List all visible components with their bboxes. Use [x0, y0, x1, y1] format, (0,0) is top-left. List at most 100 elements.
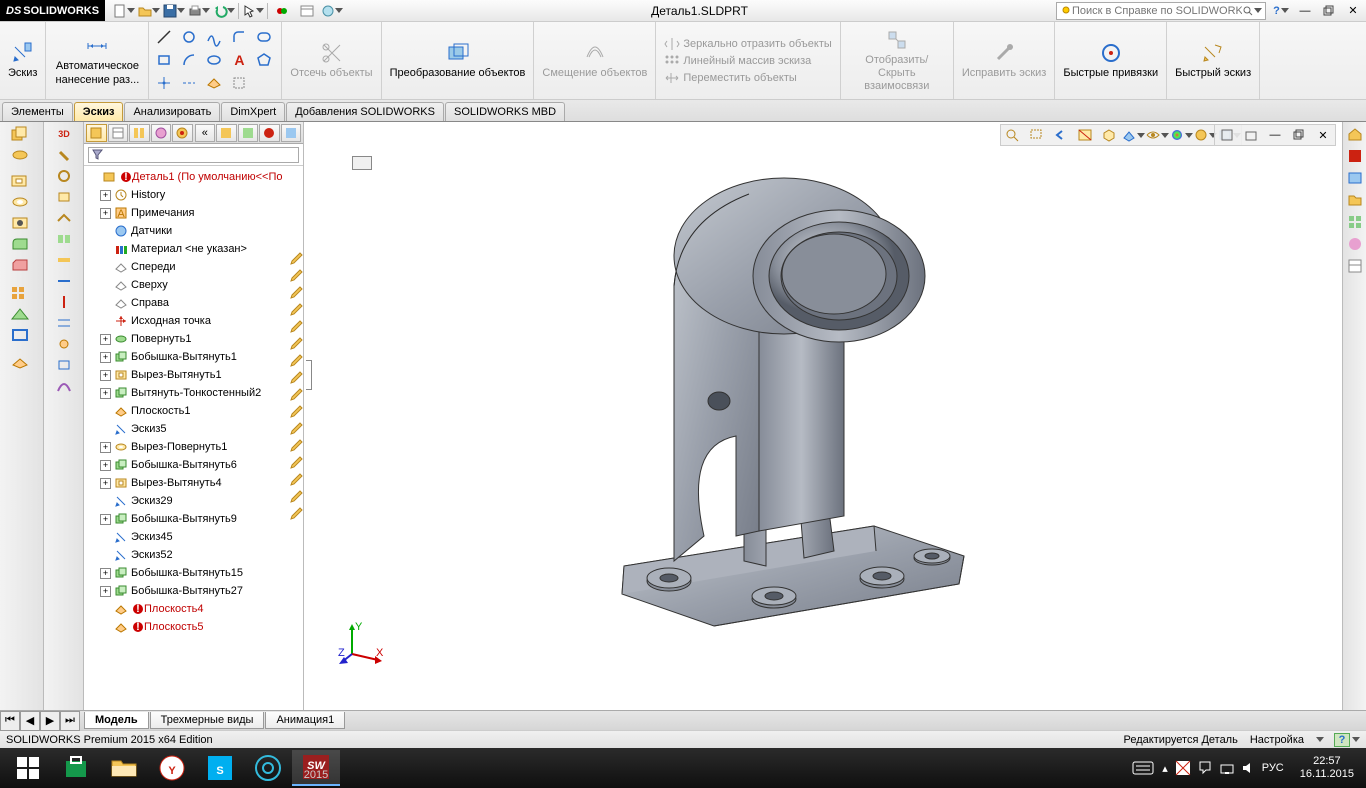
store-icon[interactable] [52, 750, 100, 786]
undo-button[interactable] [213, 2, 235, 20]
help-button[interactable]: ? [1270, 2, 1292, 20]
network-icon[interactable] [1220, 761, 1234, 775]
sketch-button[interactable]: Эскиз [4, 39, 41, 82]
tab-dimxpert[interactable]: DimXpert [221, 102, 285, 121]
rel-icon-1[interactable] [288, 265, 306, 282]
flag-icon[interactable] [1176, 761, 1190, 775]
tp-view-palette-icon[interactable] [1345, 212, 1365, 232]
select-button[interactable] [242, 2, 264, 20]
mdi-1[interactable] [1216, 125, 1238, 145]
shell-icon[interactable] [2, 325, 38, 345]
move-button[interactable]: Переместить объекты [664, 71, 796, 85]
rectangle-tool[interactable] [153, 50, 175, 70]
fm-tab-display[interactable] [172, 124, 193, 142]
tree-node-24[interactable]: !Плоскость4 [84, 600, 303, 618]
pattern-button[interactable]: Линейный массив эскиза [664, 54, 811, 68]
btab-first[interactable]: ⏮ [0, 711, 20, 731]
construction-tool[interactable] [228, 73, 250, 93]
start-button[interactable] [4, 750, 52, 786]
keyboard-icon[interactable] [1132, 761, 1154, 775]
status-custom[interactable]: Настройка [1250, 734, 1304, 746]
mdi-2[interactable] [1240, 125, 1262, 145]
tree-node-5[interactable]: Спереди [84, 258, 303, 276]
fillet-tool[interactable] [228, 27, 250, 47]
config-box[interactable] [352, 156, 372, 170]
save-button[interactable] [163, 2, 185, 20]
repair-sketch-button[interactable]: Исправить эскиз [958, 39, 1051, 82]
close-button[interactable]: ✕ [1342, 2, 1364, 20]
tree-node-23[interactable]: +Бобышка-Вытянуть27 [84, 582, 303, 600]
trim-button[interactable]: Отсечь объекты [286, 39, 376, 82]
tree-node-3[interactable]: Датчики [84, 222, 303, 240]
solidworks-taskbar-icon[interactable]: SW2015 [292, 750, 340, 786]
tp-design-lib-icon[interactable] [1345, 168, 1365, 188]
rel-icon-9[interactable] [288, 401, 306, 418]
feature-tree[interactable]: !Деталь1 (По умолчанию<<По+History+AПрим… [84, 166, 303, 710]
tree-node-12[interactable]: +Вытянуть-Тонкостенный2 [84, 384, 303, 402]
convert-button[interactable]: Преобразование объектов [386, 39, 530, 82]
tab-addins[interactable]: Добавления SOLIDWORKS [286, 102, 444, 121]
tp-custom-props-icon[interactable] [1345, 256, 1365, 276]
help-search[interactable] [1056, 2, 1266, 20]
tool-icon-12[interactable] [46, 376, 82, 396]
rel-icon-2[interactable] [288, 282, 306, 299]
tab-mbd[interactable]: SOLIDWORKS MBD [445, 102, 565, 121]
fm-collapse-button[interactable]: « [195, 124, 216, 142]
tool-icon-11[interactable] [46, 355, 82, 375]
tree-node-9[interactable]: +Повернуть1 [84, 330, 303, 348]
scene-icon[interactable] [1194, 125, 1216, 145]
skype-icon[interactable]: S [196, 750, 244, 786]
ellipse-tool[interactable] [203, 50, 225, 70]
tp-appearances-icon[interactable] [1345, 234, 1365, 254]
feature-revolve-icon[interactable] [2, 145, 38, 165]
tool-icon-9[interactable] [46, 313, 82, 333]
quick-snaps-button[interactable]: Быстрые привязки [1059, 39, 1162, 82]
rel-icon-8[interactable] [288, 384, 306, 401]
rel-icon-7[interactable] [288, 367, 306, 384]
volume-icon[interactable] [1242, 761, 1254, 775]
rebuild-button[interactable] [271, 2, 293, 20]
feature-extrude-icon[interactable] [2, 124, 38, 144]
hole-wizard-icon[interactable] [2, 213, 38, 233]
tree-node-16[interactable]: +Бобышка-Вытянуть6 [84, 456, 303, 474]
open-file-button[interactable] [138, 2, 160, 20]
fm-icon-4[interactable] [281, 124, 302, 142]
tree-node-25[interactable]: !Плоскость5 [84, 618, 303, 636]
tray-chevron-icon[interactable]: ▴ [1162, 762, 1168, 775]
tree-node-8[interactable]: Исходная точка [84, 312, 303, 330]
display-style-icon[interactable] [1122, 125, 1144, 145]
tool-icon-7[interactable] [46, 271, 82, 291]
minimize-button[interactable]: — [1294, 2, 1316, 20]
tab-analyze[interactable]: Анализировать [124, 102, 220, 121]
tree-node-10[interactable]: +Бобышка-Вытянуть1 [84, 348, 303, 366]
spline-tool[interactable] [203, 27, 225, 47]
btab-prev[interactable]: ◀ [20, 711, 40, 731]
tree-node-0[interactable]: !Деталь1 (По умолчанию<<По [84, 168, 303, 186]
3d-sketch-icon[interactable]: 3D [46, 124, 82, 144]
help-search-input[interactable] [1072, 5, 1242, 17]
rel-icon-13[interactable] [288, 469, 306, 486]
rel-icon-10[interactable] [288, 418, 306, 435]
btab-last[interactable]: ⏭ [60, 711, 80, 731]
tree-node-19[interactable]: +Бобышка-Вытянуть9 [84, 510, 303, 528]
tp-file-explorer-icon[interactable] [1345, 190, 1365, 210]
settings-button[interactable] [321, 2, 343, 20]
tree-node-21[interactable]: Эскиз52 [84, 546, 303, 564]
status-help-icon[interactable]: ? [1334, 733, 1350, 747]
rel-icon-6[interactable] [288, 350, 306, 367]
splitter-handle[interactable] [306, 360, 312, 390]
rib-icon[interactable] [2, 304, 38, 324]
section-view-icon[interactable] [1074, 125, 1096, 145]
tool-icon-2[interactable] [46, 166, 82, 186]
rel-icon-12[interactable] [288, 452, 306, 469]
offset-button[interactable]: Смещение объектов [538, 39, 651, 82]
view-triad[interactable]: Y X Z [338, 620, 384, 666]
display-relations-button[interactable]: Отобразить/Скрыть взаимосвязи [845, 26, 949, 96]
tool-icon-4[interactable] [46, 208, 82, 228]
fm-icon-3[interactable] [259, 124, 280, 142]
clock[interactable]: 22:5716.11.2015 [1300, 755, 1354, 781]
rel-icon-5[interactable] [288, 333, 306, 350]
tab-sketch[interactable]: Эскиз [74, 102, 124, 121]
btab-animation[interactable]: Анимация1 [265, 712, 345, 729]
hide-show-icon[interactable] [1146, 125, 1168, 145]
